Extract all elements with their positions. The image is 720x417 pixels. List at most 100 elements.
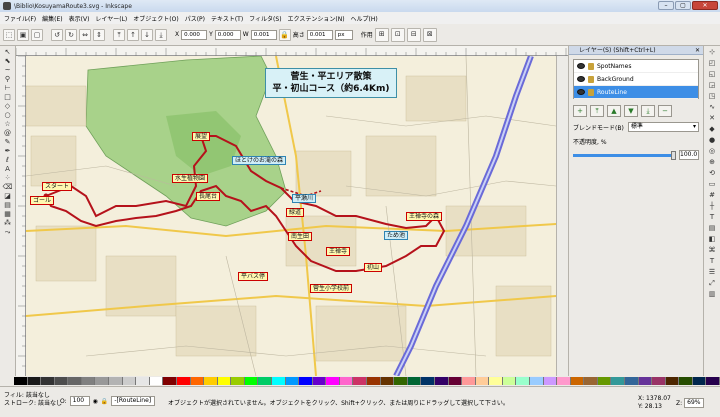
color-swatch[interactable] xyxy=(27,377,42,385)
visibility-eye-icon[interactable] xyxy=(577,63,585,69)
dropper-tool-icon[interactable]: ⁂ xyxy=(2,219,14,227)
snap-bbox-edge-icon[interactable]: ◱ xyxy=(706,70,718,79)
zoom-input[interactable]: 69% xyxy=(684,398,705,408)
lock-icon[interactable] xyxy=(588,62,594,70)
snap-guide-icon[interactable]: ┼ xyxy=(706,202,718,211)
color-swatch[interactable] xyxy=(149,377,164,385)
visibility-eye-icon[interactable] xyxy=(577,76,585,82)
tweak-tool-icon[interactable]: ~ xyxy=(2,66,14,74)
color-swatch[interactable] xyxy=(339,377,354,385)
layer-row-background[interactable]: BackGround xyxy=(574,73,698,86)
color-swatch[interactable] xyxy=(380,377,395,385)
lock-icon[interactable] xyxy=(588,75,594,83)
color-swatch[interactable] xyxy=(679,377,693,385)
snap-rotation-icon[interactable]: ⟲ xyxy=(706,169,718,178)
remove-layer-icon[interactable]: − xyxy=(658,105,672,117)
color-swatch[interactable] xyxy=(353,377,368,385)
maximize-button[interactable]: ▢ xyxy=(675,1,691,10)
color-swatch[interactable] xyxy=(557,377,571,385)
color-swatch[interactable] xyxy=(407,377,422,385)
color-swatch[interactable] xyxy=(462,377,476,385)
move-patterns-icon[interactable]: ⊠ xyxy=(422,27,437,42)
xml-editor-icon[interactable]: ⌘ xyxy=(706,246,718,255)
node-tool-icon[interactable]: ⬉ xyxy=(2,57,14,65)
deselect-icon[interactable]: ▢ xyxy=(31,28,43,41)
menu-text[interactable]: テキスト(T) xyxy=(211,14,243,23)
w-input[interactable]: 0.001 xyxy=(250,29,277,40)
menu-edit[interactable]: 編集(E) xyxy=(42,14,62,23)
snap-midpoint-icon[interactable]: ◎ xyxy=(706,147,718,156)
lower-icon[interactable]: ↓ xyxy=(141,28,153,41)
visibility-eye-icon[interactable] xyxy=(577,89,585,95)
color-swatch[interactable] xyxy=(394,377,408,385)
star-tool-icon[interactable]: ☆ xyxy=(2,120,14,128)
color-swatch[interactable] xyxy=(190,377,205,385)
eraser-tool-icon[interactable]: ⌫ xyxy=(2,183,14,191)
snap-paths-icon[interactable]: ∿ xyxy=(706,103,718,112)
layer-to-top-icon[interactable]: ⤒ xyxy=(590,105,604,117)
pencil-tool-icon[interactable]: ✎ xyxy=(2,138,14,146)
rotate-ccw-icon[interactable]: ↺ xyxy=(51,28,63,41)
color-swatch[interactable] xyxy=(136,377,150,385)
layer-lock-icon[interactable]: 🔒 xyxy=(101,398,108,405)
snap-page-icon[interactable]: ▭ xyxy=(706,180,718,189)
color-swatch[interactable] xyxy=(421,377,435,385)
blend-mode-select[interactable]: 標準 xyxy=(627,122,699,132)
color-swatch[interactable] xyxy=(638,377,653,385)
color-swatch[interactable] xyxy=(516,377,530,385)
unit-select[interactable]: px xyxy=(334,29,353,40)
layers-icon[interactable]: ▥ xyxy=(706,290,718,299)
menu-file[interactable]: ファイル(F) xyxy=(4,14,36,23)
snap-bbox-icon[interactable]: ◰ xyxy=(706,59,718,68)
snap-grid-icon[interactable]: # xyxy=(706,191,718,200)
rotate-cw-icon[interactable]: ↻ xyxy=(65,28,77,41)
scale-corners-icon[interactable]: ⊡ xyxy=(390,27,405,42)
fill-stroke-indicator[interactable]: フィル: 該当なし ストローク: 該当なし xyxy=(4,392,62,408)
color-swatch[interactable] xyxy=(176,377,191,385)
layer-to-bottom-icon[interactable]: ⤓ xyxy=(641,105,655,117)
color-swatch[interactable] xyxy=(312,377,327,385)
spray-tool-icon[interactable]: ⁘ xyxy=(2,174,14,182)
color-swatch[interactable] xyxy=(665,377,680,385)
select-all-layers-icon[interactable]: ▣ xyxy=(17,28,29,41)
color-swatch[interactable] xyxy=(163,377,177,385)
color-swatch[interactable] xyxy=(285,377,300,385)
color-swatch[interactable] xyxy=(204,377,218,385)
flip-vertical-icon[interactable]: ⇕ xyxy=(93,28,105,41)
color-swatch[interactable] xyxy=(258,377,272,385)
color-swatch[interactable] xyxy=(692,377,707,385)
layer-lower-icon[interactable]: ▼ xyxy=(624,105,638,117)
minimize-button[interactable]: – xyxy=(658,1,674,10)
gradient-tool-icon[interactable]: ▤ xyxy=(2,201,14,209)
color-swatch[interactable] xyxy=(244,377,259,385)
color-swatch[interactable] xyxy=(434,377,449,385)
lower-to-bottom-icon[interactable]: ⤓ xyxy=(155,28,167,41)
raise-to-top-icon[interactable]: ⤒ xyxy=(113,28,125,41)
color-swatch[interactable] xyxy=(652,377,666,385)
color-swatch[interactable] xyxy=(529,377,544,385)
measure-tool-icon[interactable]: ⊢ xyxy=(2,84,14,92)
snap-text-icon[interactable]: T xyxy=(706,213,718,222)
selector-tool-icon[interactable]: ↖ xyxy=(2,48,14,56)
opacity-input[interactable]: 100.0 xyxy=(679,150,699,160)
menu-extensions[interactable]: エクステンション(N) xyxy=(288,14,345,23)
text-font-icon[interactable]: T xyxy=(706,257,718,266)
menu-view[interactable]: 表示(V) xyxy=(69,14,90,23)
fill-stroke-icon[interactable]: ◧ xyxy=(706,235,718,244)
color-swatch[interactable] xyxy=(109,377,123,385)
color-swatch[interactable] xyxy=(502,377,517,385)
calligraphy-tool-icon[interactable]: ℓ xyxy=(2,156,14,164)
color-swatch[interactable] xyxy=(271,377,286,385)
opacity-slider-knob[interactable] xyxy=(671,150,676,160)
layer-row-routeline[interactable]: RouteLine xyxy=(574,86,698,99)
color-swatch[interactable] xyxy=(570,377,585,385)
color-swatch[interactable] xyxy=(68,377,82,385)
color-swatch[interactable] xyxy=(41,377,55,385)
snap-smooth-icon[interactable]: ● xyxy=(706,136,718,145)
scale-stroke-icon[interactable]: ⊞ xyxy=(374,27,389,42)
document-properties-icon[interactable]: ▤ xyxy=(706,224,718,233)
color-swatch[interactable] xyxy=(367,377,381,385)
color-swatch[interactable] xyxy=(489,377,503,385)
opacity-o-input[interactable]: 100 xyxy=(69,396,90,406)
color-swatch[interactable] xyxy=(14,377,28,385)
